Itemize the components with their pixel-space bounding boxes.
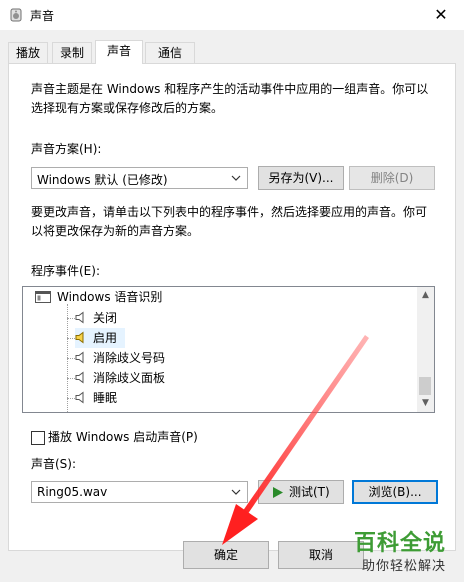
sound-scheme-value: Windows 默认 (已修改) bbox=[37, 173, 168, 187]
list-item[interactable]: 睡眠 bbox=[75, 388, 325, 408]
list-item[interactable]: 消除歧义号码 bbox=[75, 348, 325, 368]
scroll-down-icon[interactable]: ▼ bbox=[417, 395, 434, 412]
speaker-icon bbox=[75, 371, 84, 384]
chevron-down-icon bbox=[231, 175, 241, 181]
speaker-icon bbox=[75, 391, 84, 404]
intro-text-line2: 选择现有方案或保存修改后的方案。 bbox=[31, 101, 224, 115]
delete-button[interactable]: 删除(D) bbox=[349, 166, 435, 190]
browse-button[interactable]: 浏览(B)... bbox=[352, 480, 438, 504]
sound-file-dropdown[interactable]: Ring05.wav bbox=[31, 481, 248, 503]
tab-playback[interactable]: 播放 bbox=[8, 42, 48, 63]
window-app-icon bbox=[35, 291, 51, 303]
title-bar: 声音 ✕ bbox=[0, 0, 464, 30]
speaker-icon bbox=[75, 351, 84, 364]
watermark: 百科全说 助你轻松解决 bbox=[338, 525, 456, 577]
watermark-title: 百科全说 bbox=[353, 531, 446, 556]
save-as-button[interactable]: 另存为(V)... bbox=[258, 166, 344, 190]
test-button[interactable]: 测试(T) bbox=[258, 480, 344, 504]
sound-label: 声音(S): bbox=[31, 457, 77, 471]
sound-scheme-dropdown[interactable]: Windows 默认 (已修改) bbox=[31, 167, 248, 189]
program-events-label: 程序事件(E): bbox=[31, 264, 100, 278]
play-icon bbox=[273, 487, 283, 498]
tab-sounds[interactable]: 声音 bbox=[95, 40, 143, 64]
scrollbar-thumb[interactable] bbox=[419, 377, 431, 395]
list-item-label: 睡眠 bbox=[93, 391, 118, 405]
list-group-windows-speech[interactable]: Windows 语音识别 bbox=[23, 287, 419, 307]
sound-file-value: Ring05.wav bbox=[37, 485, 108, 499]
list-item-label: 启用 bbox=[93, 331, 118, 345]
test-button-label: 测试(T) bbox=[289, 485, 330, 499]
speaker-icon bbox=[75, 311, 84, 324]
scroll-up-icon[interactable]: ▲ bbox=[417, 287, 434, 304]
group-label: Windows 语音识别 bbox=[57, 290, 163, 304]
list-item-label: 消除歧义号码 bbox=[93, 351, 166, 365]
ok-button[interactable]: 确定 bbox=[183, 541, 269, 569]
list-item[interactable]: 关闭 bbox=[75, 308, 325, 328]
list-item[interactable]: 消除歧义面板 bbox=[75, 368, 325, 388]
close-button[interactable]: ✕ bbox=[418, 0, 464, 30]
window-title: 声音 bbox=[30, 9, 55, 23]
speaker-app-icon bbox=[10, 8, 22, 22]
speaker-icon bbox=[75, 331, 84, 344]
events-scrollbar[interactable]: ▲ ▼ bbox=[417, 287, 434, 412]
watermark-subtitle: 助你轻松解决 bbox=[361, 559, 446, 574]
list-item-label: 关闭 bbox=[93, 311, 118, 325]
intro-text-line1: 声音主题是在 Windows 和程序产生的活动事件中应用的一组声音。你可以 bbox=[31, 82, 429, 96]
scheme-label: 声音方案(H): bbox=[31, 142, 102, 156]
list-item-label: 消除歧义面板 bbox=[93, 371, 166, 385]
tab-communications[interactable]: 通信 bbox=[145, 42, 195, 63]
startup-sound-label[interactable]: 播放 Windows 启动声音(P) bbox=[48, 428, 198, 446]
instructions-line1: 要更改声音，请单击以下列表中的程序事件，然后选择要应用的声音。你可 bbox=[31, 205, 428, 219]
instructions-line2: 以将更改保存为新的声音方案。 bbox=[31, 224, 200, 238]
tab-recording[interactable]: 录制 bbox=[52, 42, 92, 63]
startup-sound-checkbox[interactable] bbox=[31, 431, 45, 445]
chevron-down-icon bbox=[231, 489, 241, 495]
list-item-selected[interactable]: 启用 bbox=[75, 328, 125, 348]
program-events-list[interactable]: Windows 语音识别 关闭 启用 消除歧义号码 消除歧义面板 睡眠 ▲ ▼ bbox=[22, 286, 435, 413]
